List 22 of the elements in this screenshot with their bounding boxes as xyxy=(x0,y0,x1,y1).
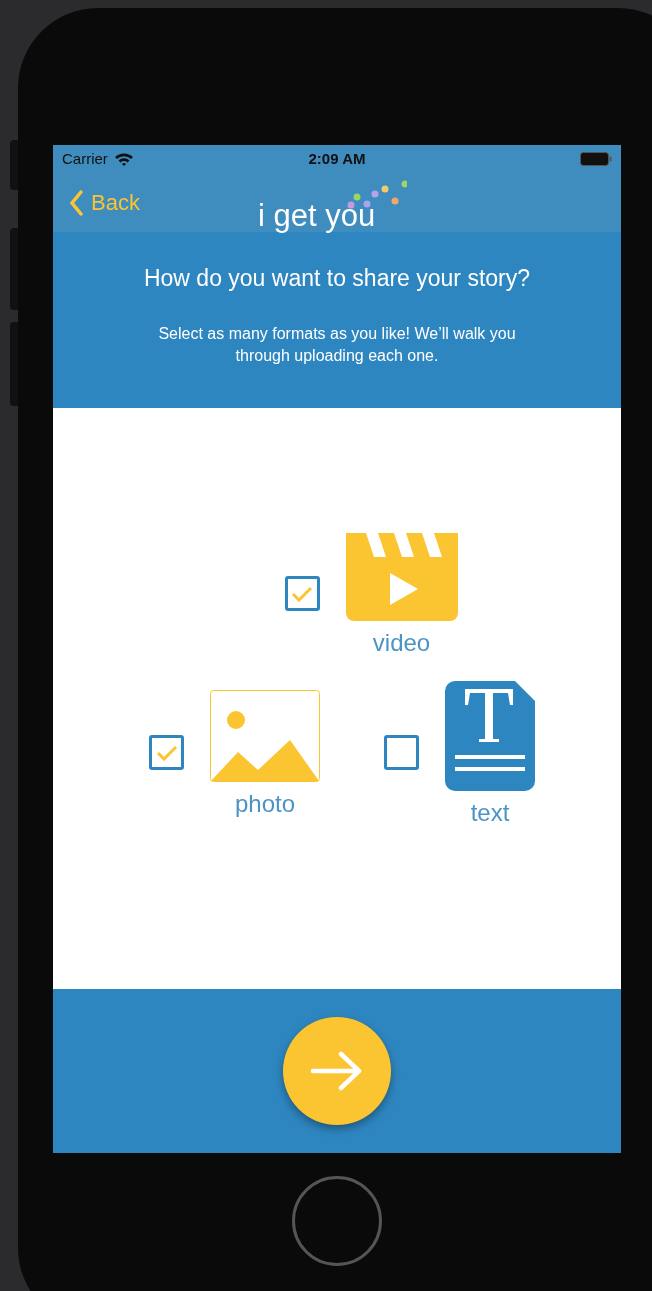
format-label: text xyxy=(470,800,510,825)
page-subtitle: Select as many formats as you like! We’ll walk you through uploading each one. xyxy=(157,323,517,366)
checkbox[interactable] xyxy=(284,576,320,611)
checkmark-icon xyxy=(291,585,313,602)
wifi-icon xyxy=(113,152,134,166)
logo-text: i get you xyxy=(258,200,376,231)
image-icon xyxy=(210,689,320,782)
checkbox[interactable] xyxy=(149,735,184,770)
home-button[interactable] xyxy=(292,1176,382,1266)
back-button[interactable]: Back xyxy=(69,186,140,219)
status-time: 2:09 AM xyxy=(308,148,366,169)
carrier-label: Carrier xyxy=(62,148,108,169)
page-title: How do you want to share your story? xyxy=(143,264,531,293)
next-button[interactable] xyxy=(283,1017,391,1125)
format-label: video xyxy=(372,630,431,655)
checkmark-icon xyxy=(155,744,178,761)
document-icon xyxy=(445,680,535,791)
format-label: photo xyxy=(234,791,296,816)
chevron-left-icon xyxy=(69,189,83,216)
checkbox[interactable] xyxy=(384,735,419,770)
clapperboard-icon xyxy=(345,532,458,621)
battery-icon xyxy=(580,152,612,166)
